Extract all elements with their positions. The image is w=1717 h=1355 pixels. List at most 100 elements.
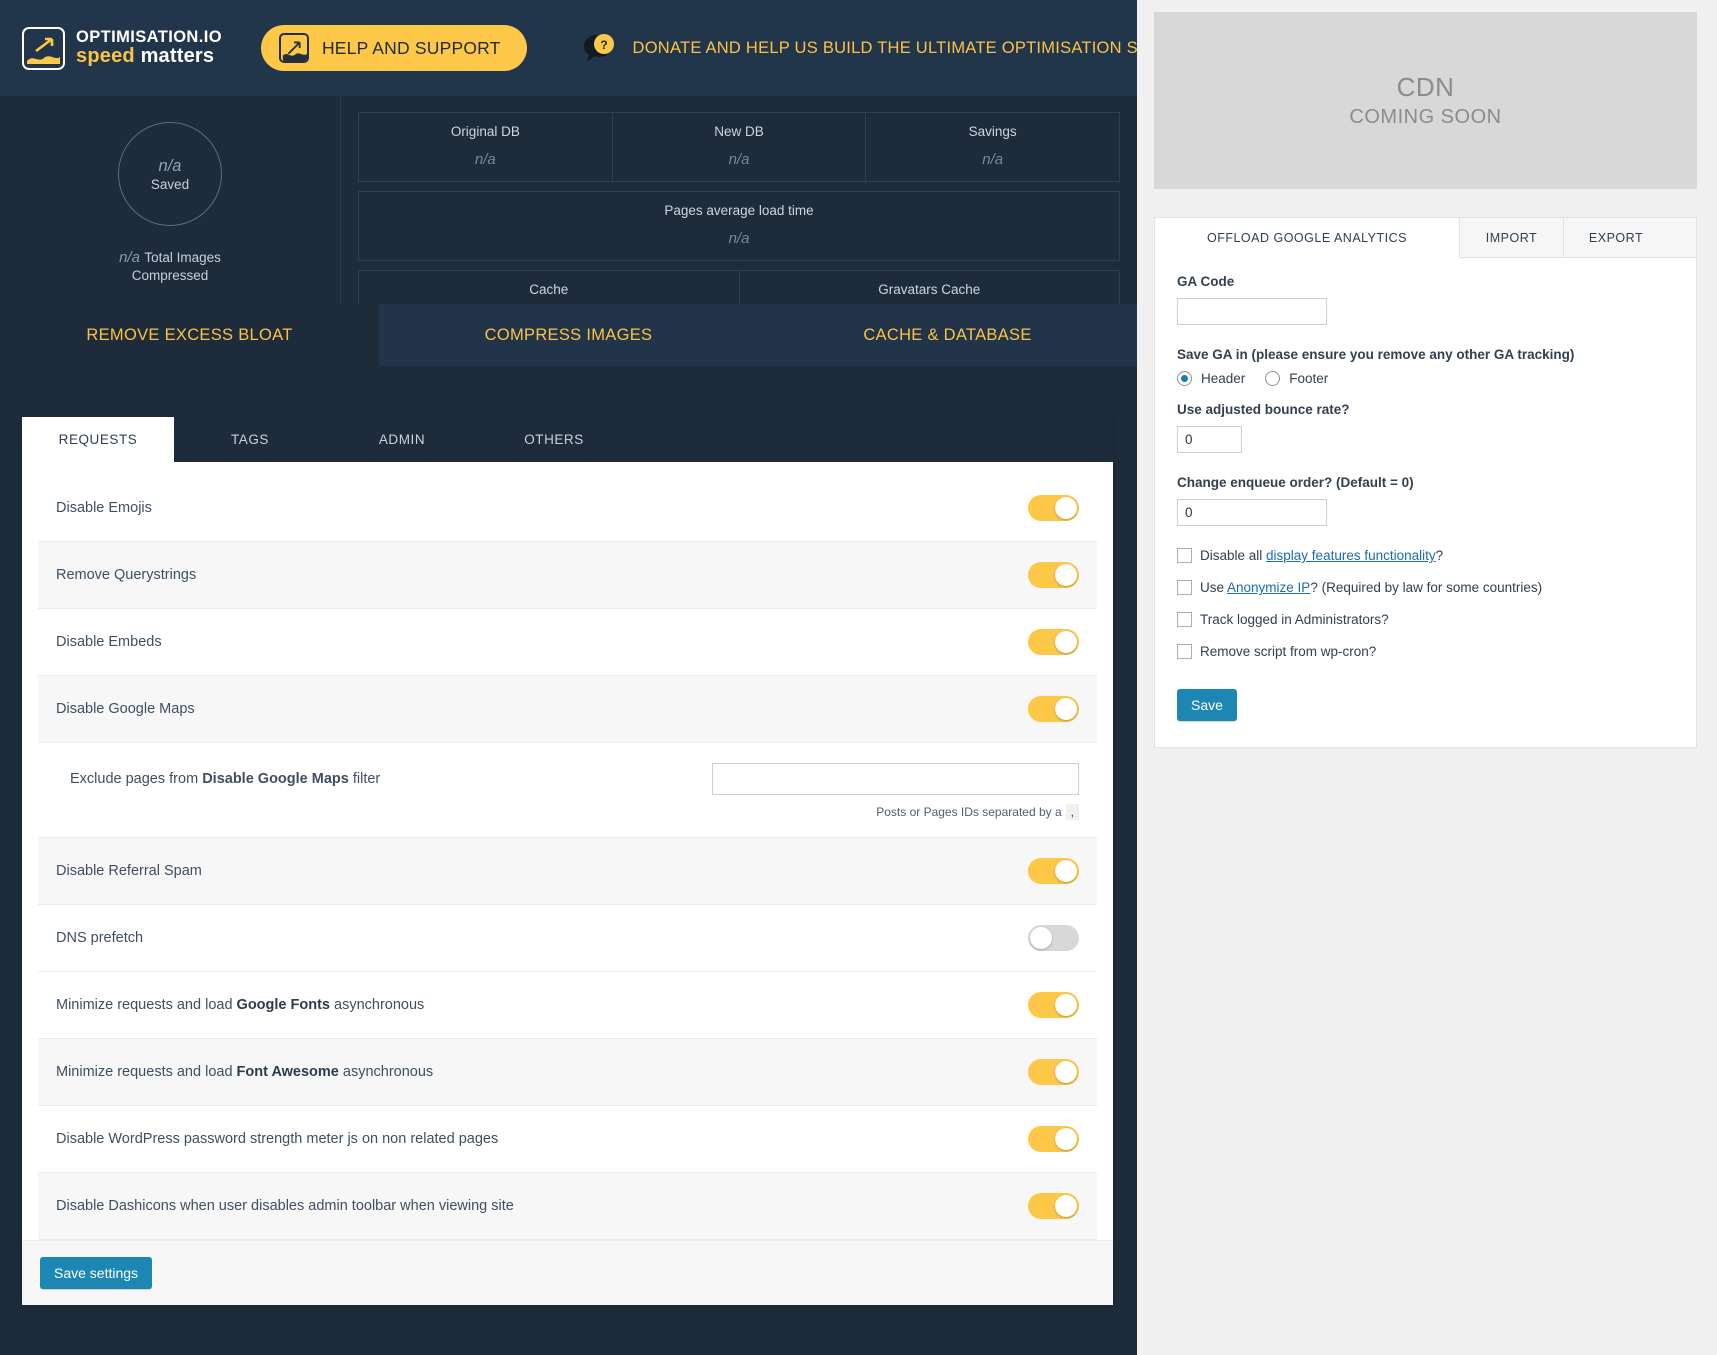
donate-link[interactable]: ? DONATE AND HELP US BUILD THE ULTIMATE …	[583, 33, 1177, 63]
cb-post: ?	[1435, 548, 1444, 563]
toggle-remove-querystrings[interactable]	[1028, 562, 1079, 588]
setting-label: DNS prefetch	[56, 930, 144, 946]
toggle-knob	[1055, 631, 1077, 653]
tab-offload-google-analytics[interactable]: OFFLOAD GOOGLE ANALYTICS	[1155, 218, 1460, 258]
checkbox-remove-script-from-wp-cron[interactable]	[1177, 644, 1192, 659]
setting-label: Disable Embeds	[56, 634, 162, 650]
toggle-disable-google-maps[interactable]	[1028, 696, 1079, 722]
stat-header: New DB	[714, 124, 764, 139]
checkbox-row-display-features: Disable all display features functionali…	[1177, 548, 1674, 563]
sub-tab-others[interactable]: OTHERS	[478, 417, 630, 462]
radio-footer[interactable]	[1265, 371, 1281, 386]
help-logo-icon	[278, 33, 309, 63]
tab-remove-excess-bloat[interactable]: REMOVE EXCESS BLOAT	[0, 304, 379, 366]
toggle-disable-emojis[interactable]	[1028, 495, 1079, 521]
toggle-knob	[1055, 860, 1077, 882]
setting-row-disable-dashicons: Disable Dashicons when user disables adm…	[38, 1173, 1097, 1240]
sub-tab-label: OTHERS	[524, 432, 584, 447]
bounce-rate-label: Use adjusted bounce rate?	[1177, 402, 1350, 417]
saved-label: Saved	[150, 176, 190, 192]
display-features-link[interactable]: display features functionality	[1266, 548, 1436, 563]
exclude-pages-label: Exclude pages from Disable Google Maps f…	[56, 771, 380, 787]
arrow-up-right-icon	[35, 37, 54, 52]
setting-label: Remove Querystrings	[56, 567, 197, 583]
stat-original-db: Original DB n/a	[359, 113, 613, 181]
setting-label: Disable Google Maps	[56, 701, 195, 717]
exclude-hint-text: Posts or Pages IDs separated by a	[876, 805, 1062, 819]
total-images-value: n/a	[119, 249, 140, 266]
checkbox-track-logged-in-administrators[interactable]	[1177, 612, 1192, 627]
sub-tab-admin[interactable]: ADMIN	[326, 417, 478, 462]
primary-tabs: REMOVE EXCESS BLOAT COMPRESS IMAGES CACH…	[0, 304, 1137, 366]
tab-compress-images[interactable]: COMPRESS IMAGES	[379, 304, 758, 366]
save-ga-radio-group: Header Footer	[1177, 371, 1674, 386]
checkbox-label: Remove script from wp-cron?	[1200, 644, 1377, 659]
toggle-disable-dashicons[interactable]	[1028, 1193, 1079, 1219]
setting-label-post: asynchronous	[329, 997, 425, 1013]
setting-row-font-awesome-async: Minimize requests and load Font Awesome …	[38, 1039, 1097, 1106]
exclude-label-post: filter	[348, 771, 381, 787]
cb-pre: Use	[1200, 580, 1228, 595]
tab-import[interactable]: IMPORT	[1460, 218, 1564, 257]
speech-bubble-icon: ?	[583, 34, 614, 62]
toggle-dns-prefetch[interactable]	[1028, 925, 1079, 951]
tab-cache-and-database[interactable]: CACHE & DATABASE	[758, 304, 1137, 366]
stat-header: Pages average load time	[664, 203, 814, 218]
donate-label: DONATE AND HELP US BUILD THE ULTIMATE OP…	[632, 38, 1177, 57]
ga-save-button[interactable]: Save	[1177, 689, 1237, 721]
checkbox-anonymize-ip[interactable]	[1177, 580, 1192, 595]
checkbox-disable-display-features[interactable]	[1177, 548, 1192, 563]
anonymize-ip-link[interactable]: Anonymize IP	[1227, 580, 1310, 595]
setting-label-bold: Google Fonts	[236, 997, 330, 1013]
toggle-font-awesome-async[interactable]	[1028, 1059, 1079, 1085]
setting-label: Minimize requests and load Font Awesome …	[56, 1064, 433, 1080]
brand-logo: OPTIMISATION.IO speed matters	[22, 26, 222, 70]
tab-label: REMOVE EXCESS BLOAT	[86, 325, 293, 344]
toggle-knob	[1055, 1195, 1077, 1217]
stat-value: n/a	[728, 151, 750, 168]
toggle-knob	[1055, 994, 1077, 1016]
bounce-rate-input[interactable]	[1177, 426, 1242, 453]
checkbox-row-track-admins: Track logged in Administrators?	[1177, 612, 1674, 627]
exclude-pages-row: Exclude pages from Disable Google Maps f…	[38, 743, 1097, 803]
toggle-password-strength-meter[interactable]	[1028, 1126, 1079, 1152]
exclude-pages-hint: Posts or Pages IDs separated by a,	[38, 803, 1097, 838]
ga-code-input[interactable]	[1177, 298, 1327, 325]
toggle-knob	[1055, 698, 1077, 720]
stats-panel: n/a Saved n/a Total Images Compressed Or…	[0, 96, 1137, 340]
save-settings-button[interactable]: Save settings	[40, 1257, 153, 1289]
toggle-knob	[1055, 497, 1077, 519]
setting-row-password-strength-meter: Disable WordPress password strength mete…	[38, 1106, 1097, 1173]
exclude-label-pre: Exclude pages from	[70, 771, 203, 787]
enqueue-order-input[interactable]	[1177, 499, 1327, 526]
stat-header: Savings	[968, 124, 1017, 139]
exclude-label-bold: Disable Google Maps	[202, 771, 349, 787]
sub-tab-requests[interactable]: REQUESTS	[22, 417, 174, 462]
setting-row-disable-embeds: Disable Embeds	[38, 609, 1097, 676]
offload-tabs: OFFLOAD GOOGLE ANALYTICS IMPORT EXPORT	[1155, 218, 1696, 258]
setting-label-pre: Minimize requests and load	[56, 997, 237, 1013]
help-and-support-button[interactable]: HELP AND SUPPORT	[260, 25, 527, 71]
brand-line-2: speed matters	[76, 46, 222, 66]
toggle-google-fonts-async[interactable]	[1028, 992, 1079, 1018]
setting-row-disable-referral-spam: Disable Referral Spam	[38, 838, 1097, 905]
savings-summary: n/a Saved n/a Total Images Compressed	[0, 96, 341, 304]
stat-value: n/a	[474, 151, 496, 168]
settings-card: REQUESTS TAGS ADMIN OTHERS Disable Emoji…	[22, 417, 1113, 1305]
radio-header-label: Header	[1201, 371, 1246, 386]
exclude-pages-input[interactable]	[712, 763, 1079, 795]
brand-speed: speed	[76, 45, 135, 68]
toggle-disable-referral-spam[interactable]	[1028, 858, 1079, 884]
cb-pre: Disable all	[1200, 548, 1267, 563]
setting-label-post: asynchronous	[338, 1064, 434, 1080]
cdn-placeholder: CDN COMING SOON	[1154, 12, 1697, 189]
sub-tab-tags[interactable]: TAGS	[174, 417, 326, 462]
setting-label: Minimize requests and load Google Fonts …	[56, 997, 424, 1013]
tab-export[interactable]: EXPORT	[1564, 218, 1668, 257]
radio-header[interactable]	[1177, 371, 1192, 386]
toggle-knob	[1030, 927, 1052, 949]
toggle-disable-embeds[interactable]	[1028, 629, 1079, 655]
sub-tabs: REQUESTS TAGS ADMIN OTHERS	[22, 417, 1113, 462]
radio-footer-label: Footer	[1289, 371, 1329, 386]
toggle-knob	[1055, 1128, 1077, 1150]
